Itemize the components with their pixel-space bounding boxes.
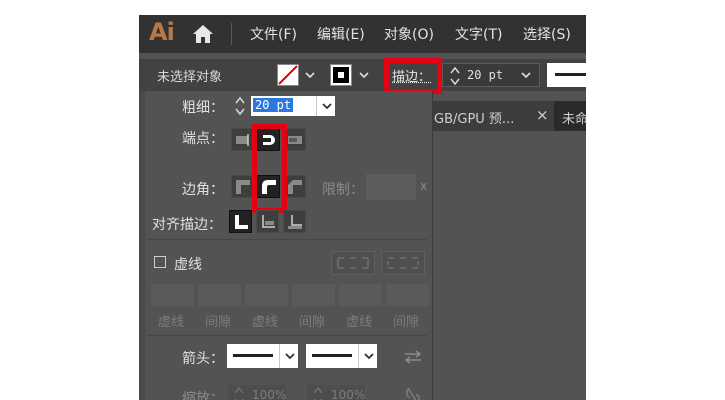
limit-label: 限制： xyxy=(322,182,364,198)
end-scale-value: 100% xyxy=(331,388,366,400)
weight-dropdown[interactable] xyxy=(316,96,335,116)
highlight-stroke-label xyxy=(384,58,442,94)
spinner-arrows-icon[interactable] xyxy=(448,65,462,87)
cap-label: 端点： xyxy=(182,131,224,147)
gap-3-input[interactable] xyxy=(386,284,429,306)
miter-join-button[interactable] xyxy=(231,175,254,198)
align-outside-button[interactable] xyxy=(283,210,306,233)
dash-2-input[interactable] xyxy=(245,284,288,306)
document-tabs: GB/GPU 预... × 未命 xyxy=(432,101,586,131)
swap-arrows-icon[interactable] xyxy=(403,349,423,365)
tab-document-1[interactable]: GB/GPU 预... × xyxy=(432,101,554,131)
gap-2-label: 间隙 xyxy=(299,315,326,330)
dash-3-label: 虚线 xyxy=(346,315,373,330)
panel-divider xyxy=(147,335,427,336)
panel-divider xyxy=(147,239,427,240)
stroke-weight-field[interactable]: 20 pt xyxy=(442,63,540,87)
tab-label: 未命 xyxy=(562,112,586,127)
projecting-cap-icon xyxy=(288,136,302,144)
menu-select[interactable]: 选择(S) xyxy=(523,24,571,44)
butt-cap-button[interactable] xyxy=(231,128,254,151)
gap-1-label: 间隙 xyxy=(205,315,232,330)
menu-bar: Ai 文件(F) 编辑(E) 对象(O) 文字(T) 选择(S) xyxy=(139,15,586,53)
panel-grip[interactable] xyxy=(139,91,145,400)
stroke-weight-value[interactable]: 20 pt xyxy=(467,68,503,82)
chevron-down-icon[interactable] xyxy=(356,67,372,83)
weight-input[interactable]: 20 pt xyxy=(251,96,316,116)
arrowheads-label: 箭头： xyxy=(182,351,224,367)
start-arrowhead-select[interactable] xyxy=(227,344,279,368)
home-icon[interactable] xyxy=(192,24,214,44)
align-stroke-label: 对齐描边： xyxy=(152,217,222,233)
align-outside-icon xyxy=(288,215,302,229)
dashed-line-label: 虚线 xyxy=(174,257,202,273)
stroke-color-swatch[interactable] xyxy=(330,64,352,86)
tab-document-2[interactable]: 未命 xyxy=(554,101,586,131)
chevron-down-icon xyxy=(322,103,332,110)
gap-3-label: 间隙 xyxy=(393,315,420,330)
chevron-down-icon xyxy=(285,353,295,360)
weight-value[interactable]: 20 pt xyxy=(253,98,294,112)
corner-label: 边角： xyxy=(182,182,224,198)
align-center-icon xyxy=(235,215,248,229)
bevel-join-icon xyxy=(288,180,302,194)
spinner-arrows-icon[interactable] xyxy=(232,385,246,400)
align-inside-button[interactable] xyxy=(256,210,279,233)
spinner-arrows-icon[interactable] xyxy=(311,385,325,400)
arrowhead-none-preview xyxy=(233,354,273,357)
highlight-cap-corner xyxy=(252,124,287,213)
dash-1-input[interactable] xyxy=(151,284,194,306)
start-scale-value: 100% xyxy=(252,388,287,400)
dash-3-input[interactable] xyxy=(339,284,382,306)
align-dash-corners-button[interactable] xyxy=(381,251,425,275)
butt-cap-icon xyxy=(236,134,249,146)
start-arrowhead-dropdown[interactable] xyxy=(279,344,298,368)
weight-label: 粗细： xyxy=(182,100,224,116)
miter-limit-input[interactable] xyxy=(366,174,416,200)
end-scale-input[interactable]: 100% xyxy=(307,385,365,400)
align-center-button[interactable] xyxy=(229,210,252,233)
miter-join-icon xyxy=(236,180,250,194)
menu-separator xyxy=(231,23,232,45)
spinner-arrows-icon[interactable] xyxy=(233,95,247,117)
close-icon[interactable]: × xyxy=(536,106,549,124)
brush-definition-preview[interactable] xyxy=(547,63,586,87)
end-arrowhead-dropdown[interactable] xyxy=(358,344,377,368)
menu-file[interactable]: 文件(F) xyxy=(250,24,297,44)
selection-status: 未选择对象 xyxy=(157,70,223,85)
brush-line xyxy=(555,73,586,76)
fill-none-swatch[interactable] xyxy=(277,64,299,86)
dash-1-label: 虚线 xyxy=(158,315,185,330)
preserve-dash-button[interactable] xyxy=(331,251,375,275)
chevron-down-icon[interactable] xyxy=(518,67,534,83)
dash-2-label: 虚线 xyxy=(252,315,279,330)
chevron-down-icon xyxy=(364,353,374,360)
dashed-line-checkbox[interactable] xyxy=(154,256,166,268)
dash-align-icon xyxy=(387,257,419,269)
align-inside-icon xyxy=(262,215,275,228)
chevron-down-icon[interactable] xyxy=(302,67,318,83)
arrowhead-none-preview xyxy=(312,354,352,357)
start-scale-input[interactable]: 100% xyxy=(228,385,286,400)
end-arrowhead-select[interactable] xyxy=(306,344,358,368)
gap-1-input[interactable] xyxy=(198,284,241,306)
menu-edit[interactable]: 编辑(E) xyxy=(317,24,365,44)
link-scale-icon[interactable] xyxy=(405,386,421,400)
gap-2-input[interactable] xyxy=(292,284,335,306)
stroke-panel: 粗细： 20 pt 端点： 边角： 限制： x 对齐描边： 虚线 虚线 间隙 虚… xyxy=(139,91,433,400)
dash-exact-icon xyxy=(337,257,369,269)
limit-unit: x xyxy=(420,179,428,193)
menu-type[interactable]: 文字(T) xyxy=(455,24,502,44)
app-logo: Ai xyxy=(149,18,175,46)
control-bar: 未选择对象 描边： 20 pt xyxy=(139,59,586,91)
scale-label: 缩放： xyxy=(182,391,224,400)
tab-label: GB/GPU 预... xyxy=(434,112,515,127)
illustrator-window: Ai 文件(F) 编辑(E) 对象(O) 文字(T) 选择(S) 未选择对象 描… xyxy=(139,15,586,400)
menu-object[interactable]: 对象(O) xyxy=(384,24,434,44)
